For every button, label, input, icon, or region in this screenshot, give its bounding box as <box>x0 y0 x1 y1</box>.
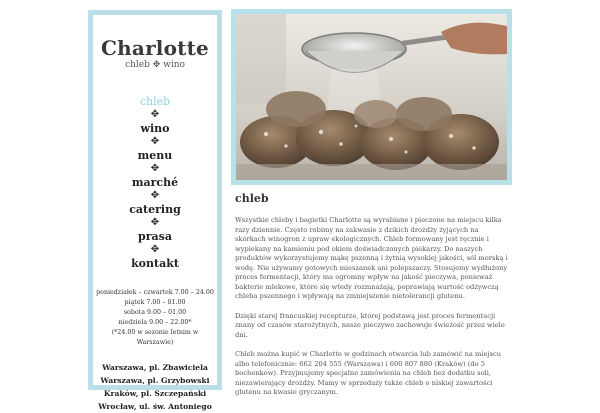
content-paragraph-3: Chleb można kupić w Charlotte w godzinac… <box>235 350 502 396</box>
main-nav: chleb ✥ wino ✥ menu ✥ marché ✥ catering ✥ prasa ✥ ko… <box>93 95 217 270</box>
nav-separator-icon: ✥ <box>150 217 160 228</box>
hours-line: (*24.00 w sezonie letnim w Warszawie) <box>111 329 199 346</box>
location-link[interactable]: Warszawa, pl. Zbawiciela <box>93 361 217 374</box>
nav-item-chleb[interactable]: chleb <box>93 95 217 108</box>
hours-line: niedziela 9.00 – 22.00* <box>118 319 192 326</box>
nav-separator-icon: ✥ <box>150 136 160 147</box>
hours-line: sobota 9.00 – 01.00 <box>123 309 187 316</box>
logo-title[interactable]: Charlotte <box>93 37 217 59</box>
nav-item-marché[interactable]: marché <box>93 176 217 189</box>
hours-line: piątek 7.00 – 01.00 <box>124 299 186 306</box>
nav-item-wino[interactable]: wino <box>93 122 217 135</box>
sidebar: Charlotte chleb ✥ wino chleb ✥ wino ✥ menu ✥ m… <box>88 10 222 411</box>
main-content: chleb Wszystkie chleby i bagietki Charlo… <box>235 192 510 398</box>
nav-separator-icon: ✥ <box>150 190 160 201</box>
logo-tagline: chleb ✥ wino <box>125 60 185 70</box>
nav-separator-icon: ✥ <box>150 244 160 255</box>
nav-item-menu[interactable]: menu <box>93 149 217 162</box>
location-link[interactable]: Wrocław, ul. św. Antoniego <box>93 400 217 413</box>
nav-item-catering[interactable]: catering <box>93 203 217 216</box>
content-paragraph-2: Dzięki starej francuskiej recepturze, kt… <box>235 311 505 339</box>
nav-separator-icon: ✥ <box>150 109 160 120</box>
location-link[interactable]: Kraków, pl. Szczepański <box>93 387 217 400</box>
opening-hours: poniedziałek – czwartek 7.00 – 24.00 piąt… <box>93 288 217 348</box>
nav-separator-icon: ✥ <box>150 163 160 174</box>
content-paragraph-1: Wszystkie chleby i bagietki Charlotte są… <box>235 216 508 300</box>
nav-item-kontakt[interactable]: kontakt <box>93 257 217 270</box>
location-link[interactable]: Warszawa, pl. Grzybowski <box>93 374 217 387</box>
page-heading: chleb <box>235 192 269 205</box>
locations-list: Warszawa, pl. Zbawiciela Warszawa, pl. Gr… <box>93 361 217 413</box>
hours-line: poniedziałek – czwartek 7.00 – 24.00 <box>96 289 214 296</box>
nav-item-prasa[interactable]: prasa <box>93 230 217 243</box>
bread-photo-icon <box>236 14 507 180</box>
hero-image <box>231 9 512 185</box>
